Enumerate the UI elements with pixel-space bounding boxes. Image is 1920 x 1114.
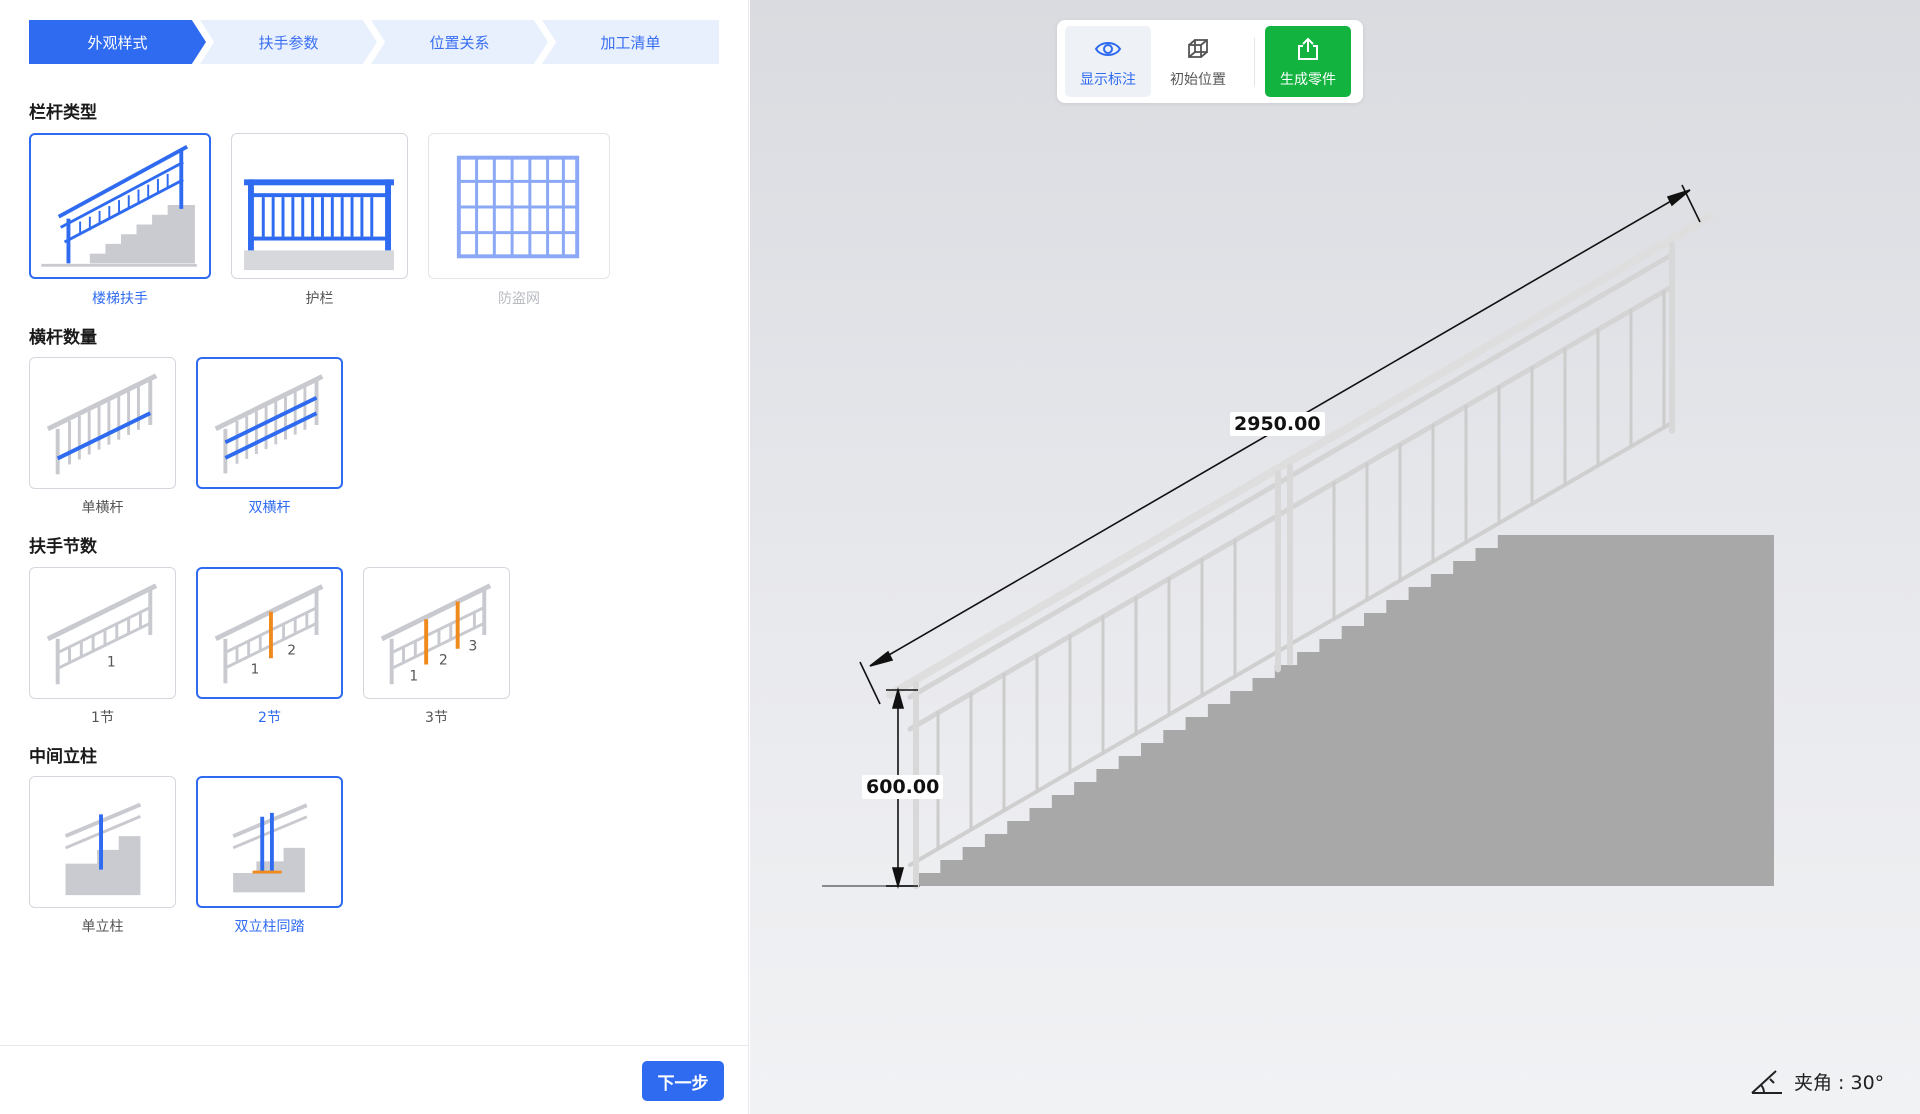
initial-position-button[interactable]: 初始位置 [1155, 26, 1241, 97]
segment-mark: 1 [251, 662, 260, 678]
option-label: 2节 [258, 710, 281, 726]
segment-mark: 2 [439, 653, 448, 669]
section-title-crossbar-count: 横杆数量 [29, 328, 97, 348]
section-title-railing-type: 栏杆类型 [29, 103, 97, 123]
step-nav: 外观样式 扶手参数 位置关系 加工清单 [29, 20, 719, 64]
option-security-grille [428, 133, 610, 279]
option-label: 单横杆 [81, 500, 124, 516]
segment-mark: 1 [107, 654, 116, 670]
angle-readout: 夹角 : 30° [1750, 1067, 1884, 1095]
segment-mark: 1 [409, 668, 418, 684]
stair-body [918, 450, 1774, 886]
two-segment-icon: 1 2 [214, 584, 324, 684]
segment-mark: 2 [287, 642, 296, 658]
option-label: 1节 [91, 710, 114, 726]
section-title-segment-count: 扶手节数 [29, 537, 97, 557]
config-panel: 外观样式 扶手参数 位置关系 加工清单 栏杆类型 楼梯扶手 护栏 防盗网 横杆数… [0, 0, 749, 1114]
height-dimension-label: 600.00 [862, 775, 944, 799]
option-single-crossbar[interactable] [29, 357, 176, 489]
railing-model [822, 184, 1774, 889]
option-guardrail[interactable] [231, 133, 408, 279]
double-crossbar-icon [214, 374, 324, 474]
option-label: 楼梯扶手 [92, 291, 148, 307]
step-processing-list[interactable]: 加工清单 [542, 20, 719, 64]
option-double-post[interactable] [196, 776, 343, 908]
security-grille-icon [456, 155, 580, 259]
option-label: 双立柱同踏 [234, 919, 305, 935]
stair-railing-icon [41, 144, 197, 267]
segment-mark: 3 [469, 639, 478, 655]
export-icon [1298, 37, 1318, 60]
option-label: 防盗网 [498, 291, 540, 307]
option-three-segment[interactable]: 1 2 3 [363, 567, 510, 699]
option-label: 护栏 [305, 291, 334, 307]
show-dimensions-label: 显示标注 [1080, 71, 1136, 88]
single-post-icon [64, 802, 142, 896]
option-single-post[interactable] [29, 776, 176, 908]
cube-icon [1188, 38, 1208, 58]
length-dimension-label: 2950.00 [1230, 412, 1325, 436]
angle-icon [1751, 1070, 1782, 1094]
3d-viewport[interactable]: 2950.00 600.00 显示标注 初始位置 生成零件 夹角: 30° [750, 0, 1920, 1114]
option-label: 双横杆 [248, 500, 291, 516]
initial-position-label: 初始位置 [1170, 71, 1226, 88]
step-appearance[interactable]: 外观样式 [29, 20, 206, 64]
generate-parts-button[interactable]: 生成零件 [1265, 26, 1351, 97]
show-dimensions-button[interactable]: 显示标注 [1065, 26, 1151, 97]
angle-label: 夹角 : 30° [1794, 1071, 1885, 1094]
section-title-middle-post: 中间立柱 [29, 747, 97, 767]
eye-icon [1094, 41, 1122, 56]
toolbar-divider [1254, 38, 1255, 86]
view-toolbar: 显示标注 初始位置 生成零件 [1057, 20, 1363, 103]
option-stair-railing[interactable] [29, 133, 211, 279]
one-segment-icon: 1 [46, 583, 158, 685]
option-double-crossbar[interactable] [196, 357, 343, 489]
step-handrail-params[interactable]: 扶手参数 [200, 20, 377, 64]
three-segment-icon: 1 2 3 [380, 583, 492, 684]
next-step-button[interactable]: 下一步 [642, 1061, 724, 1101]
double-post-icon [232, 803, 308, 893]
step-position[interactable]: 位置关系 [371, 20, 548, 64]
option-label: 3节 [425, 710, 448, 726]
option-one-segment[interactable]: 1 [29, 567, 176, 699]
footer-divider [0, 1045, 749, 1046]
option-two-segment[interactable]: 1 2 [196, 567, 343, 699]
option-label: 单立柱 [81, 919, 124, 935]
generate-parts-label: 生成零件 [1280, 71, 1336, 88]
single-crossbar-icon [46, 373, 158, 475]
guardrail-icon [244, 179, 394, 271]
